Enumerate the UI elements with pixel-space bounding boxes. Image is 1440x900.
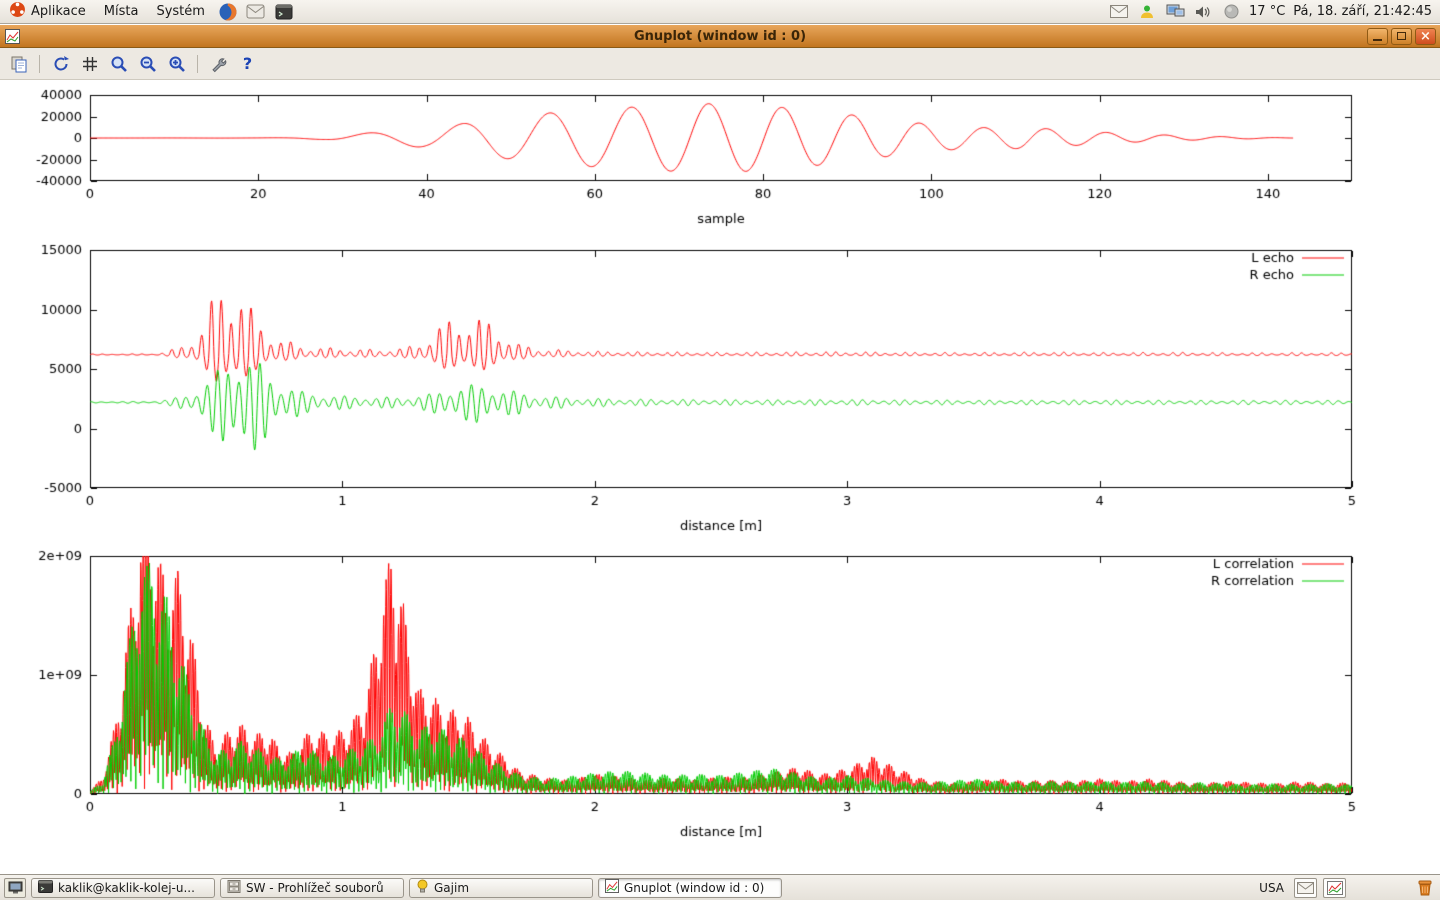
task-gajim[interactable]: Gajim bbox=[409, 878, 593, 898]
window-title: Gnuplot (window id : 0) bbox=[0, 29, 1440, 44]
task-file-browser-label: SW - Prohlížeč souborů bbox=[246, 881, 397, 895]
toolbar-separator-2 bbox=[197, 55, 198, 73]
terminal-launcher-icon[interactable] bbox=[272, 0, 296, 24]
menu-places-label: Místa bbox=[104, 4, 139, 19]
toolbar-separator bbox=[39, 55, 40, 73]
task-terminal[interactable]: kaklik@kaklik-kolej-u... bbox=[31, 878, 215, 898]
panel-right: 17 °C Pá, 18. září, 21:42:45 bbox=[1109, 0, 1440, 23]
chart-correlation[interactable] bbox=[0, 540, 1440, 852]
notification-area-icon[interactable] bbox=[1323, 878, 1346, 898]
taskbar: kaklik@kaklik-kolej-u... SW - Prohlížeč … bbox=[0, 874, 1440, 900]
close-icon: × bbox=[1420, 30, 1431, 43]
volume-icon[interactable] bbox=[1193, 2, 1213, 22]
task-gajim-label: Gajim bbox=[434, 881, 586, 895]
copy-clipboard-button[interactable] bbox=[6, 51, 31, 76]
settings-wrench-button[interactable] bbox=[206, 51, 231, 76]
chart-sample-waveform[interactable] bbox=[0, 80, 1440, 234]
keyboard-layout-indicator[interactable]: USA bbox=[1255, 881, 1288, 895]
zoom-previous-button[interactable] bbox=[106, 51, 131, 76]
menu-system[interactable]: Systém bbox=[147, 0, 213, 23]
zoom-out-button[interactable] bbox=[135, 51, 160, 76]
ubuntu-logo-icon bbox=[9, 1, 26, 22]
toggle-grid-button[interactable] bbox=[77, 51, 102, 76]
display-monitor-icon[interactable] bbox=[1165, 2, 1185, 22]
show-desktop-button[interactable] bbox=[4, 878, 26, 898]
menu-applications[interactable]: Aplikace bbox=[0, 0, 95, 23]
weather-icon[interactable] bbox=[1221, 2, 1241, 22]
gnuplot-window: Gnuplot (window id : 0) × bbox=[0, 25, 1440, 874]
window-buttons: × bbox=[1367, 28, 1436, 45]
task-gnuplot[interactable]: Gnuplot (window id : 0) bbox=[598, 878, 782, 898]
mail-tray-icon[interactable] bbox=[1294, 878, 1317, 898]
help-button[interactable]: ? bbox=[235, 51, 260, 76]
firefox-icon[interactable] bbox=[216, 0, 240, 24]
close-button[interactable]: × bbox=[1415, 28, 1436, 45]
panel-left: Aplikace Místa Systém bbox=[0, 0, 298, 23]
minimize-icon bbox=[1373, 39, 1382, 41]
minimize-button[interactable] bbox=[1367, 28, 1388, 45]
task-file-browser[interactable]: SW - Prohlížeč souborů bbox=[220, 878, 404, 898]
toolbar: ? bbox=[0, 48, 1440, 80]
top-panel: Aplikace Místa Systém bbox=[0, 0, 1440, 24]
task-terminal-label: kaklik@kaklik-kolej-u... bbox=[58, 881, 208, 895]
gnuplot-task-icon bbox=[605, 879, 619, 896]
clock-label[interactable]: Pá, 18. září, 21:42:45 bbox=[1293, 4, 1432, 19]
menu-applications-label: Aplikace bbox=[31, 4, 86, 19]
plot-area bbox=[0, 80, 1440, 852]
mail-notification-icon[interactable] bbox=[1109, 2, 1129, 22]
titlebar[interactable]: Gnuplot (window id : 0) × bbox=[0, 25, 1440, 48]
help-icon: ? bbox=[243, 54, 252, 73]
file-cabinet-icon bbox=[227, 880, 241, 896]
zoom-in-button[interactable] bbox=[164, 51, 189, 76]
menu-system-label: Systém bbox=[156, 4, 204, 19]
taskbar-right: USA bbox=[1255, 877, 1436, 899]
maximize-button[interactable] bbox=[1391, 28, 1412, 45]
replot-button[interactable] bbox=[48, 51, 73, 76]
gnuplot-window-icon bbox=[4, 28, 21, 45]
menu-places[interactable]: Místa bbox=[95, 0, 148, 23]
maximize-icon bbox=[1397, 32, 1406, 40]
temperature-label[interactable]: 17 °C bbox=[1249, 4, 1285, 19]
terminal-icon bbox=[38, 880, 53, 896]
task-gnuplot-label: Gnuplot (window id : 0) bbox=[624, 881, 775, 895]
trash-icon[interactable] bbox=[1414, 877, 1436, 899]
gajim-bulb-icon bbox=[416, 879, 429, 896]
gajim-status-icon[interactable] bbox=[1137, 2, 1157, 22]
mail-launcher-icon[interactable] bbox=[244, 0, 268, 24]
chart-echo-signals[interactable] bbox=[0, 234, 1440, 540]
